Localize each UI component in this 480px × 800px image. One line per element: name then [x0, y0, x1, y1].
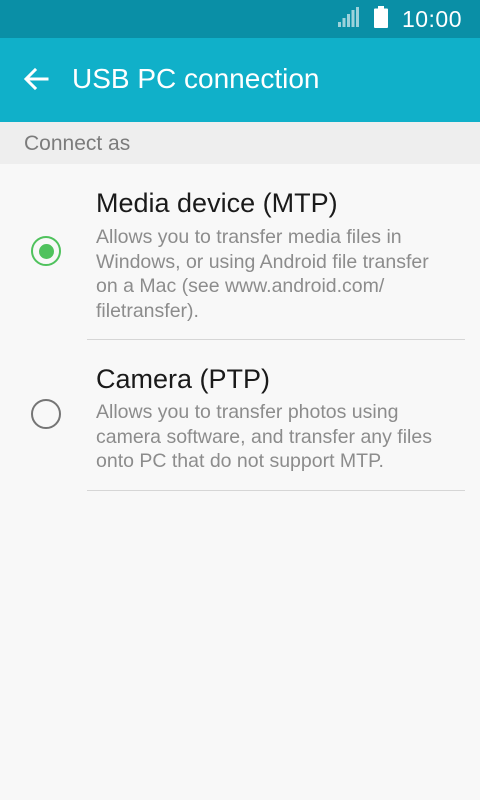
status-bar: 10:00: [0, 0, 480, 38]
option-description-line: onto PC that do not support MTP.: [96, 450, 384, 472]
option-description-line: Allows you to transfer media files in: [96, 226, 402, 248]
option-camera-ptp[interactable]: Camera (PTP) Allows you to transfer phot…: [0, 340, 480, 490]
option-description-line: camera software, and transfer any files: [96, 425, 432, 448]
signal-icon: [337, 6, 360, 32]
option-description: Allows you to transfer photos using came…: [96, 400, 468, 474]
back-arrow-icon: [23, 67, 49, 96]
option-media-device-mtp[interactable]: Media device (MTP) Allows you to transfe…: [0, 164, 480, 339]
radio-button-selected[interactable]: [31, 236, 61, 266]
option-title: Media device (MTP): [96, 188, 338, 218]
option-description-line: filetransfer).: [96, 299, 199, 322]
back-button[interactable]: [12, 57, 60, 105]
option-description-line: Windows, or using Android file transfer: [96, 250, 429, 273]
status-icons: 10:00: [337, 0, 462, 38]
radio-selected-dot: [38, 243, 54, 259]
radio-button-unselected[interactable]: [31, 399, 61, 429]
page-title: USB PC connection: [72, 63, 320, 94]
battery-icon: [373, 5, 388, 33]
option-description-line: Allows you to transfer photos using: [96, 401, 399, 423]
section-header-label: Connect as: [24, 132, 131, 155]
app-bar: USB PC connection: [0, 38, 480, 122]
option-description: Allows you to transfer media files in Wi…: [96, 225, 468, 323]
section-header: Connect as: [0, 122, 480, 164]
clock-time: 10:00: [401, 5, 462, 32]
option-description-line: on a Mac (see www.android.com/: [96, 275, 385, 297]
option-title: Camera (PTP): [96, 364, 271, 394]
divider: [87, 490, 465, 491]
